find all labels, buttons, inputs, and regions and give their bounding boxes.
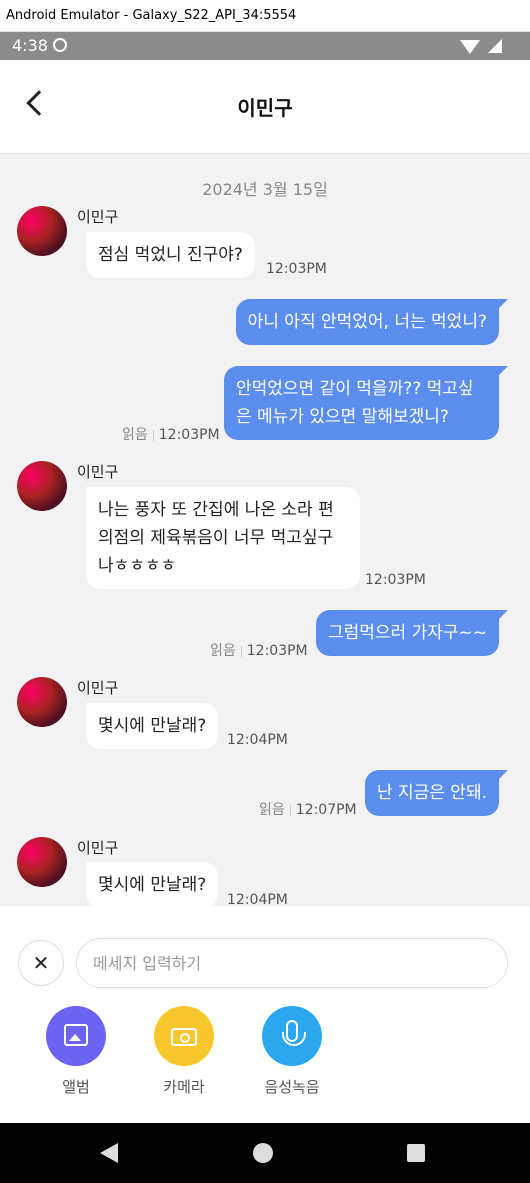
close-attachments-button[interactable]: ✕ (18, 940, 64, 986)
message-time: 12:03PM (246, 643, 308, 659)
incoming-message[interactable]: 몇시에 만날래? (86, 862, 219, 906)
nav-recents-icon[interactable] (407, 1144, 425, 1162)
sender-name: 이민구 (77, 679, 119, 697)
sender-name: 이민구 (77, 208, 119, 226)
outgoing-message[interactable]: 안먹었으면 같이 먹을까?? 먹고싶은 메뉴가 있으면 말해보겠니? (224, 366, 508, 440)
outgoing-message[interactable]: 그럼먹으러 가자구~~ (315, 610, 509, 656)
camera-button[interactable]: 카메라 (154, 1006, 214, 1097)
incoming-message[interactable]: 점심 먹었니 진구야? (86, 232, 255, 278)
message-time: 12:03PM (266, 261, 327, 277)
incoming-message[interactable]: 몇시에 만날래? (86, 703, 219, 749)
message-time: 12:04PM (227, 892, 288, 906)
camera-label: 카메라 (163, 1078, 205, 1096)
album-icon (64, 1024, 88, 1046)
album-label: 앨범 (62, 1078, 90, 1096)
album-button[interactable]: 앨범 (46, 1006, 106, 1097)
microphone-icon-circle[interactable] (262, 1006, 322, 1066)
voice-record-button[interactable]: 음성녹음 (262, 1006, 322, 1097)
album-icon-circle[interactable] (46, 1006, 106, 1066)
sender-name: 이민구 (77, 839, 119, 857)
chat-header: 이민구 (0, 60, 530, 154)
read-receipt: 읽음 (210, 643, 236, 659)
message-list[interactable]: 2024년 3월 15일 이민구 점심 먹었니 진구야? 12:03PM 아니 … (0, 154, 530, 906)
status-bar: 4:38 (0, 32, 530, 60)
nav-home-icon[interactable] (253, 1143, 273, 1163)
outgoing-message[interactable]: 난 지금은 안돼. (364, 770, 509, 816)
read-receipt: 읽음 (259, 802, 285, 818)
camera-icon (171, 1028, 197, 1046)
message-time: 12:03PM (365, 572, 426, 588)
message-meta: 읽음 12:07PM (259, 799, 357, 819)
message-meta: 읽음 12:03PM (122, 424, 220, 444)
wifi-icon (460, 40, 480, 54)
voice-record-label: 음성녹음 (264, 1078, 320, 1096)
chat-title: 이민구 (237, 96, 293, 120)
composer-panel: ✕ 앨범 카메라 음성녹음 (0, 906, 530, 1123)
avatar[interactable] (17, 837, 67, 887)
message-input[interactable] (76, 938, 508, 988)
date-divider: 2024년 3월 15일 (202, 180, 328, 199)
read-receipt: 읽음 (122, 427, 148, 443)
nav-back-icon[interactable] (100, 1143, 118, 1163)
avatar[interactable] (17, 206, 67, 256)
message-time: 12:04PM (227, 732, 288, 748)
avatar[interactable] (17, 461, 67, 511)
message-time: 12:03PM (158, 427, 220, 443)
status-time: 4:38 (12, 36, 48, 55)
signal-icon (488, 39, 502, 53)
microphone-icon (282, 1020, 306, 1046)
message-meta: 읽음 12:03PM (210, 640, 308, 660)
avatar[interactable] (17, 677, 67, 727)
notification-icon (53, 38, 67, 52)
close-icon: ✕ (32, 951, 50, 975)
outgoing-message[interactable]: 아니 아직 안먹었어, 너는 먹었니? (235, 299, 509, 345)
window-title: Android Emulator - Galaxy_S22_API_34:555… (0, 0, 530, 32)
camera-icon-circle[interactable] (154, 1006, 214, 1066)
incoming-message[interactable]: 나는 풍자 또 간집에 나온 소라 편의점의 제육볶음이 너무 먹고싶구나ㅎㅎㅎ… (86, 487, 360, 589)
message-time: 12:07PM (295, 802, 357, 818)
sender-name: 이민구 (77, 463, 119, 481)
navigation-bar (0, 1123, 530, 1183)
